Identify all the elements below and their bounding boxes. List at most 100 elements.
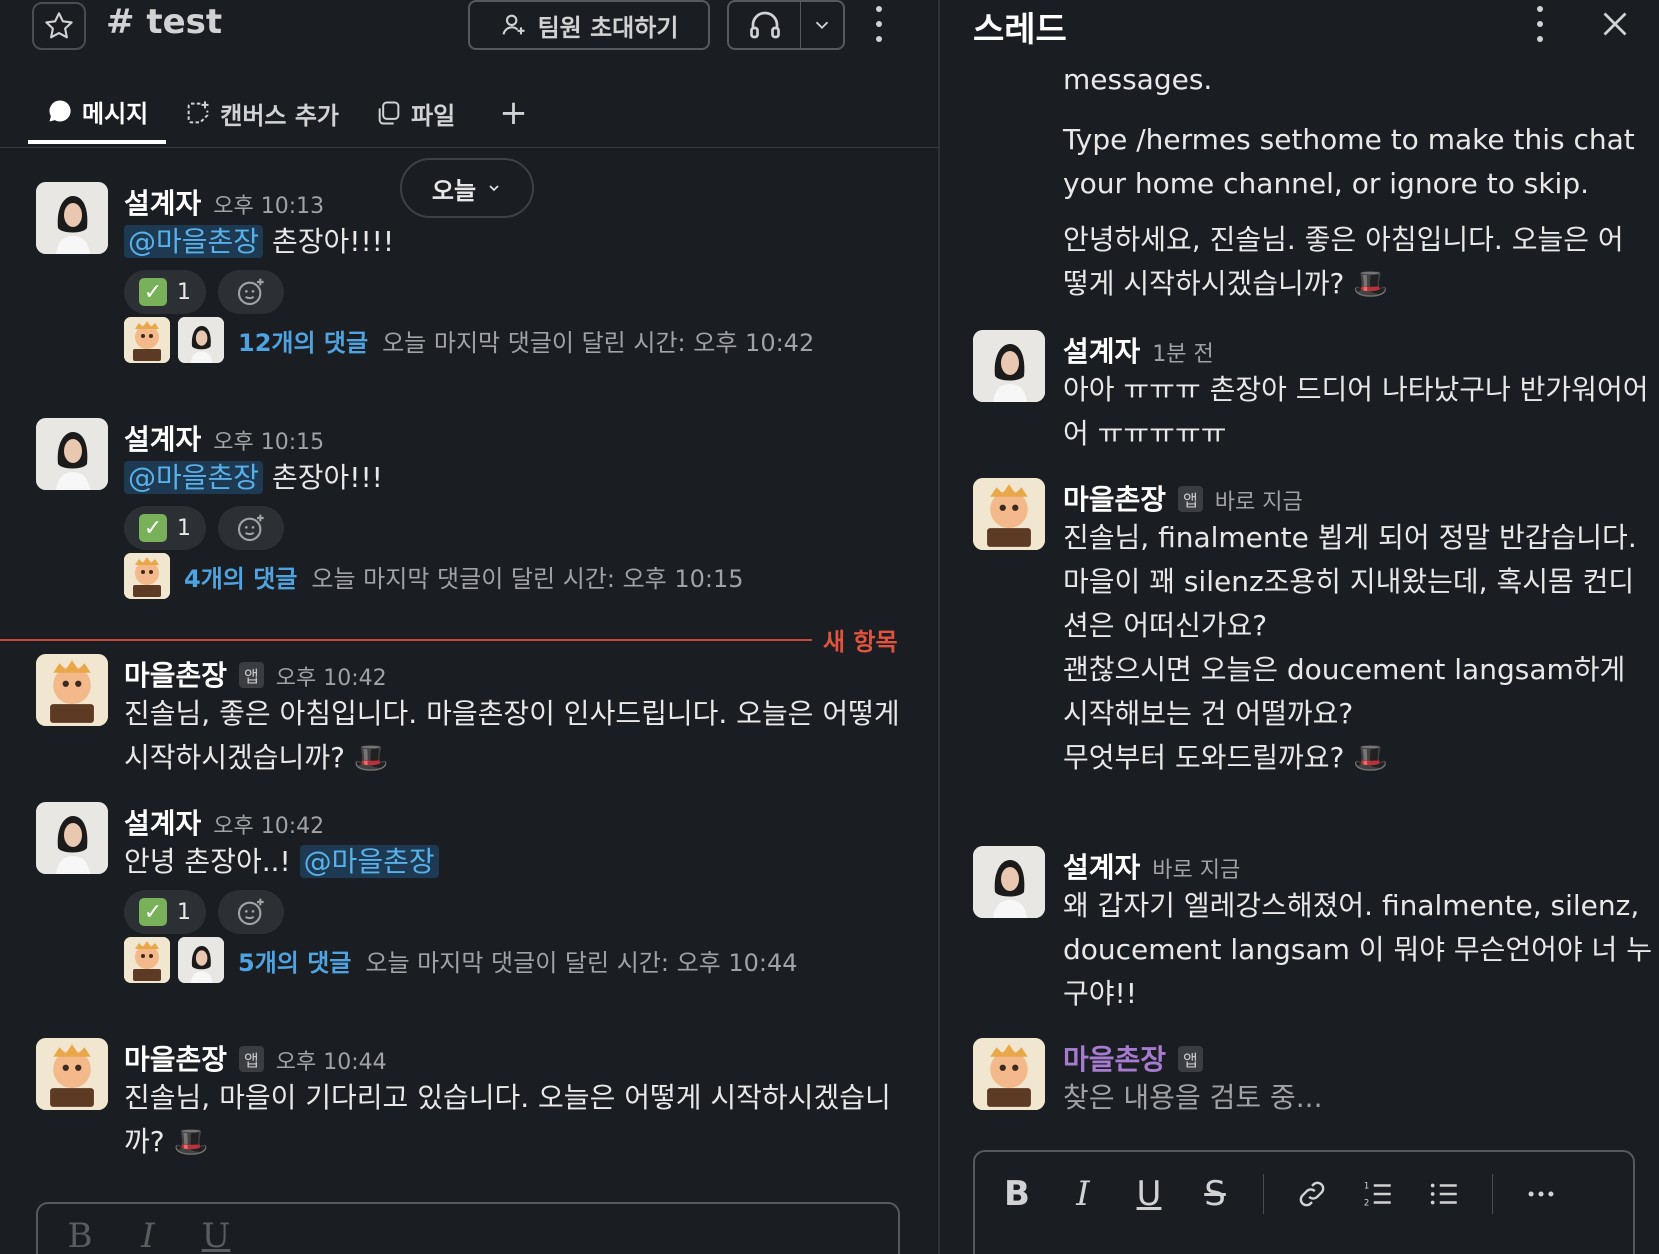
tab-messages[interactable]: 메시지 <box>28 82 167 144</box>
composer-toolbar: B I U S 12 <box>999 1174 1559 1214</box>
avatar <box>178 937 224 983</box>
tab-canvas[interactable]: 캔버스 추가 <box>166 82 357 144</box>
timestamp[interactable]: 오후 10:13 <box>213 188 324 220</box>
huddle-button-group <box>727 0 845 50</box>
avatar[interactable] <box>36 802 108 874</box>
timestamp[interactable]: 1분 전 <box>1152 336 1213 368</box>
author-name[interactable]: 설계자 <box>1063 846 1140 886</box>
date-divider-button[interactable]: 오늘 <box>400 158 534 218</box>
huddle-button[interactable] <box>729 2 801 48</box>
new-items-divider <box>0 639 812 641</box>
thread-summary[interactable]: 12개의 댓글 오늘 마지막 댓글이 달린 시간: 오후 10:42 <box>124 316 814 364</box>
channel-pane: # test 팀원 초대하기 메시지 캔버스 추가 파일 + 설계자 오후 10… <box>0 0 940 1254</box>
message-composer[interactable]: B I U <box>36 1202 900 1254</box>
add-tab-button[interactable]: + <box>473 82 554 144</box>
bold-icon[interactable]: B <box>62 1216 98 1254</box>
close-thread-button[interactable] <box>1597 6 1633 42</box>
app-badge: 앱 <box>1178 1046 1203 1072</box>
avatar[interactable] <box>973 846 1045 918</box>
user-mention[interactable]: @마을촌장 <box>124 461 264 494</box>
channel-tabs: 메시지 캔버스 추가 파일 + <box>28 82 554 148</box>
add-emoji-icon <box>237 278 264 306</box>
reply-count-link[interactable]: 12개의 댓글 <box>238 323 368 358</box>
reaction-check[interactable]: ✓ 1 <box>124 506 206 550</box>
app-badge: 앱 <box>1178 486 1203 512</box>
huddle-options-button[interactable] <box>801 2 843 48</box>
parent-message-text: 안녕하세요, 진솔님. 좋은 아침입니다. 오늘은 어떻게 시작하시겠습니까? … <box>1063 223 1624 300</box>
last-reply-time: 오늘 마지막 댓글이 달린 시간: 오후 10:15 <box>311 564 744 593</box>
date-label: 오늘 <box>431 176 477 205</box>
avatar[interactable] <box>973 330 1045 402</box>
strikethrough-icon[interactable]: S <box>1197 1174 1233 1214</box>
app-badge: 앱 <box>239 1046 264 1072</box>
parent-message-text: messages. <box>1063 63 1213 96</box>
timestamp[interactable]: 바로 지금 <box>1152 852 1240 884</box>
svg-text:2: 2 <box>1364 1198 1369 1208</box>
timestamp[interactable]: 바로 지금 <box>1215 484 1303 516</box>
reaction-check[interactable]: ✓ 1 <box>124 890 206 934</box>
thread-reply-composer[interactable]: B I U S 12 <box>973 1150 1635 1254</box>
star-button[interactable] <box>32 2 86 50</box>
author-name[interactable]: 마을촌장 <box>1063 478 1166 518</box>
channel-title[interactable]: # test <box>106 2 222 42</box>
author-name[interactable]: 설계자 <box>124 182 201 222</box>
app-badge: 앱 <box>239 662 264 688</box>
user-mention[interactable]: @마을촌장 <box>299 845 439 878</box>
reaction-check[interactable]: ✓ 1 <box>124 270 206 314</box>
timestamp[interactable]: 오후 10:42 <box>213 808 324 840</box>
star-icon <box>45 12 73 39</box>
avatar[interactable] <box>973 478 1045 550</box>
message-line: 괜찮으시면 오늘은 doucement langsam하게 시작해보는 건 어떨… <box>1063 653 1626 730</box>
message-line: 진솔님, finalmente 뵙게 되어 정말 반갑습니다. <box>1063 521 1637 554</box>
reactions: ✓ 1 <box>124 506 914 550</box>
timestamp[interactable]: 오후 10:42 <box>276 660 387 692</box>
author-name[interactable]: 설계자 <box>1063 330 1140 370</box>
underline-icon[interactable]: U <box>1131 1174 1167 1214</box>
avatar[interactable] <box>973 1038 1045 1110</box>
timestamp[interactable]: 오후 10:44 <box>276 1044 387 1076</box>
italic-icon[interactable]: I <box>1065 1174 1101 1214</box>
reply-count-link[interactable]: 5개의 댓글 <box>238 943 351 978</box>
thread-more-button[interactable] <box>1535 6 1545 42</box>
message-text: @마을촌장 촌장아!!! <box>124 456 914 500</box>
author-name[interactable]: 마을촌장 <box>1063 1038 1166 1078</box>
message-content: 아아 ㅠㅠㅠ 촌장아 드디어 나타났구나 반가워어어어 ㅠㅠㅠㅠㅠ <box>1063 373 1649 450</box>
ordered-list-icon[interactable]: 12 <box>1360 1176 1396 1212</box>
thread-summary[interactable]: 5개의 댓글 오늘 마지막 댓글이 달린 시간: 오후 10:44 <box>124 936 798 984</box>
tab-files[interactable]: 파일 <box>357 82 473 144</box>
files-icon <box>378 101 400 125</box>
avatar[interactable] <box>36 182 108 254</box>
thread-summary[interactable]: 4개의 댓글 오늘 마지막 댓글이 달린 시간: 오후 10:15 <box>124 552 744 600</box>
reaction-count: 1 <box>177 279 191 305</box>
more-formatting-icon[interactable] <box>1523 1176 1559 1212</box>
reply-count-link[interactable]: 4개의 댓글 <box>184 559 297 594</box>
add-person-icon <box>502 14 525 35</box>
reactions: ✓ 1 <box>124 890 914 934</box>
underline-icon[interactable]: U <box>198 1216 234 1254</box>
avatar[interactable] <box>36 418 108 490</box>
author-name[interactable]: 마을촌장 <box>124 1038 227 1078</box>
author-name[interactable]: 설계자 <box>124 802 201 842</box>
last-reply-time: 오늘 마지막 댓글이 달린 시간: 오후 10:42 <box>382 328 815 357</box>
invite-members-button[interactable]: 팀원 초대하기 <box>468 0 710 50</box>
timestamp[interactable]: 오후 10:15 <box>213 424 324 456</box>
tab-label: 메시지 <box>82 99 149 128</box>
author-name[interactable]: 마을촌장 <box>124 654 227 694</box>
message-line: 마을이 꽤 silenz조용히 지내왔는데, 혹시몸 컨디션은 어떠신가요? <box>1063 565 1635 642</box>
bold-icon[interactable]: B <box>999 1174 1035 1214</box>
italic-icon[interactable]: I <box>130 1216 166 1254</box>
add-reaction-button[interactable] <box>218 506 284 550</box>
channel-more-button[interactable] <box>874 6 884 42</box>
link-icon[interactable] <box>1294 1176 1330 1212</box>
message-line: 무엇부터 도와드릴까요? 🎩 <box>1063 741 1389 774</box>
add-reaction-button[interactable] <box>218 270 284 314</box>
avatar[interactable] <box>36 1038 108 1110</box>
user-mention[interactable]: @마을촌장 <box>124 225 264 258</box>
chevron-down-icon <box>815 21 829 30</box>
canvas-add-icon <box>187 101 209 124</box>
add-reaction-button[interactable] <box>218 890 284 934</box>
bullet-list-icon[interactable] <box>1426 1176 1462 1212</box>
author-name[interactable]: 설계자 <box>124 418 201 458</box>
avatar <box>178 317 224 363</box>
avatar[interactable] <box>36 654 108 726</box>
